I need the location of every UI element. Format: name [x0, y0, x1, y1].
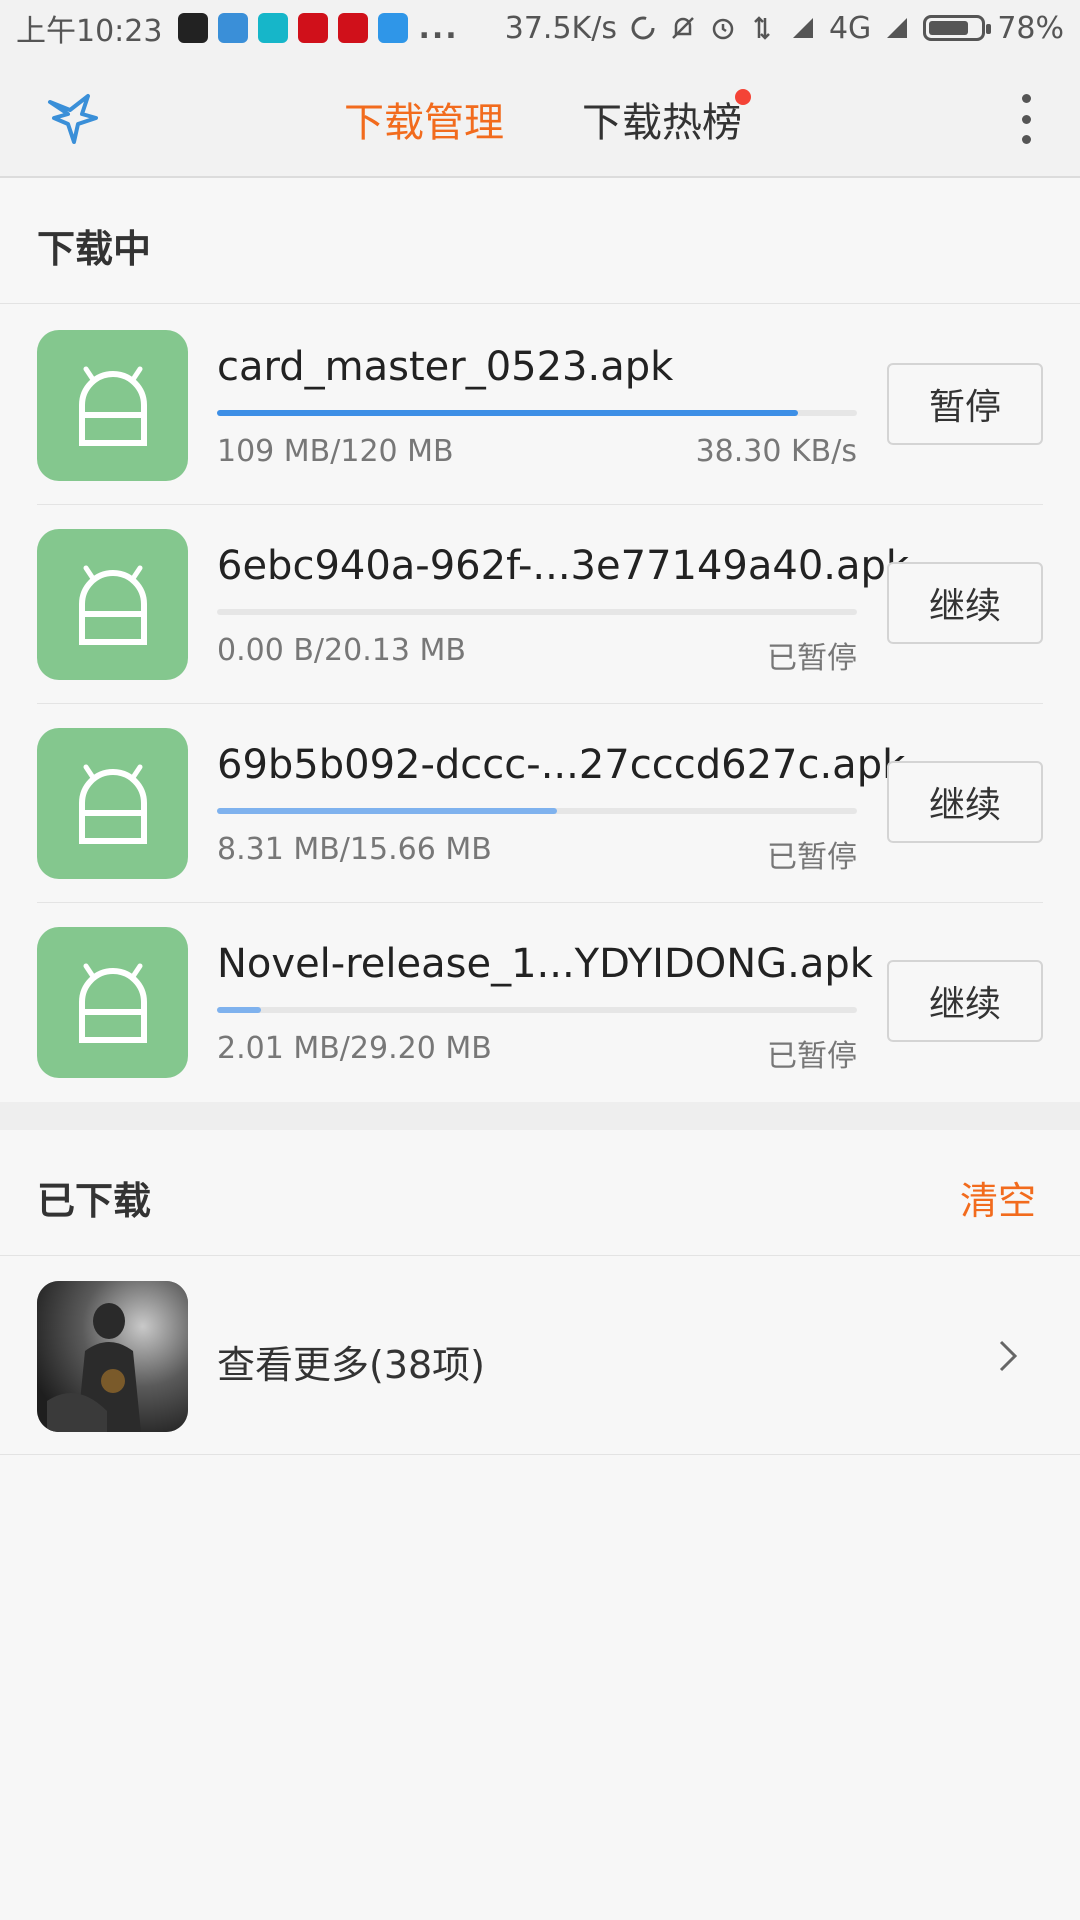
resume-button[interactable]: 继续	[887, 562, 1043, 644]
resume-button[interactable]: 继续	[887, 960, 1043, 1042]
mute-bell-icon	[672, 17, 694, 39]
progress-bar	[217, 1007, 857, 1013]
download-status: 已暂停	[767, 1039, 857, 1074]
data-transfer-icon	[754, 16, 770, 40]
file-name: 6ebc940a-962f-...3e77149a40.apk	[217, 543, 910, 589]
progress-fill	[217, 808, 557, 814]
view-more-row[interactable]: 查看更多(38项)	[0, 1256, 1080, 1455]
file-name: 69b5b092-dccc-...27cccd627c.apk	[217, 742, 906, 788]
downloading-section-header: 下载中	[0, 178, 1080, 304]
network-type: 4G	[828, 10, 872, 46]
android-app-icon	[37, 728, 188, 879]
progress-fill	[217, 410, 799, 416]
download-item[interactable]: card_master_0523.apk 109 MB/120 MB 38.30 K…	[0, 306, 1080, 505]
view-more-label: 查看更多(38项)	[217, 1343, 486, 1387]
progress-bar	[217, 808, 857, 814]
download-list: card_master_0523.apk 109 MB/120 MB 38.30 K…	[0, 306, 1080, 1102]
download-item[interactable]: 69b5b092-dccc-...27cccd627c.apk 8.31 MB/1…	[0, 704, 1080, 903]
youdao-notification-icon	[298, 13, 329, 43]
progress-bar	[217, 609, 857, 615]
battery-level-fill	[929, 21, 969, 35]
more-notifications-icon: ...	[418, 10, 459, 46]
clear-button[interactable]: 清空	[960, 1170, 1036, 1225]
downloading-title: 下载中	[37, 227, 152, 271]
alarm-icon	[712, 18, 734, 40]
download-status: 已暂停	[767, 641, 857, 676]
youdao-notification-icon-2	[338, 13, 369, 43]
game-thumbnail	[37, 1281, 188, 1432]
file-name: card_master_0523.apk	[217, 344, 674, 390]
file-size: 8.31 MB/15.66 MB	[217, 832, 492, 867]
progress-fill	[217, 1007, 262, 1013]
qq-notification-icon	[178, 13, 209, 43]
resume-button[interactable]: 继续	[887, 761, 1043, 843]
top-nav: 下载管理 下载热榜	[0, 56, 1080, 178]
download-item[interactable]: Novel-release_1...YDYIDONG.apk 2.01 MB/29…	[0, 903, 1080, 1102]
download-status: 38.30 KB/s	[695, 434, 857, 469]
network-speed: 37.5K/s	[504, 10, 617, 46]
tab-download-manage[interactable]: 下载管理	[344, 90, 504, 148]
download-status: 已暂停	[767, 840, 857, 875]
blue-app-notification-icon	[378, 13, 409, 43]
bird-notification-icon	[218, 13, 249, 43]
progress-bar	[217, 410, 857, 416]
new-badge-dot	[735, 89, 751, 105]
signal-icon-2	[887, 18, 908, 38]
file-name: Novel-release_1...YDYIDONG.apk	[217, 941, 873, 987]
status-time: 上午10:23	[16, 14, 163, 49]
chevron-right-icon	[999, 1340, 1018, 1372]
sync-icon	[631, 16, 655, 40]
more-menu-icon[interactable]	[1008, 94, 1044, 144]
signal-icon	[792, 18, 813, 38]
tap-notification-icon	[258, 13, 289, 43]
android-app-icon	[37, 330, 188, 481]
battery-icon	[923, 15, 992, 41]
tab-download-hot[interactable]: 下载热榜	[582, 90, 742, 148]
downloaded-section-header: 已下载 清空	[0, 1130, 1080, 1256]
file-size: 109 MB/120 MB	[217, 434, 454, 469]
file-size: 2.01 MB/29.20 MB	[217, 1031, 492, 1066]
pause-button[interactable]: 暂停	[887, 363, 1043, 445]
status-bar: 上午10:23 ... 37.5K/s 4G 78%	[0, 0, 1080, 56]
file-size: 0.00 B/20.13 MB	[217, 633, 466, 668]
battery-percent: 78%	[997, 10, 1064, 46]
android-app-icon	[37, 529, 188, 680]
section-divider	[0, 1102, 1080, 1130]
downloaded-title: 已下载	[37, 1179, 152, 1223]
android-app-icon	[37, 927, 188, 1078]
bird-logo-icon[interactable]	[44, 88, 104, 148]
download-item[interactable]: 6ebc940a-962f-...3e77149a40.apk 0.00 B/20…	[0, 505, 1080, 704]
